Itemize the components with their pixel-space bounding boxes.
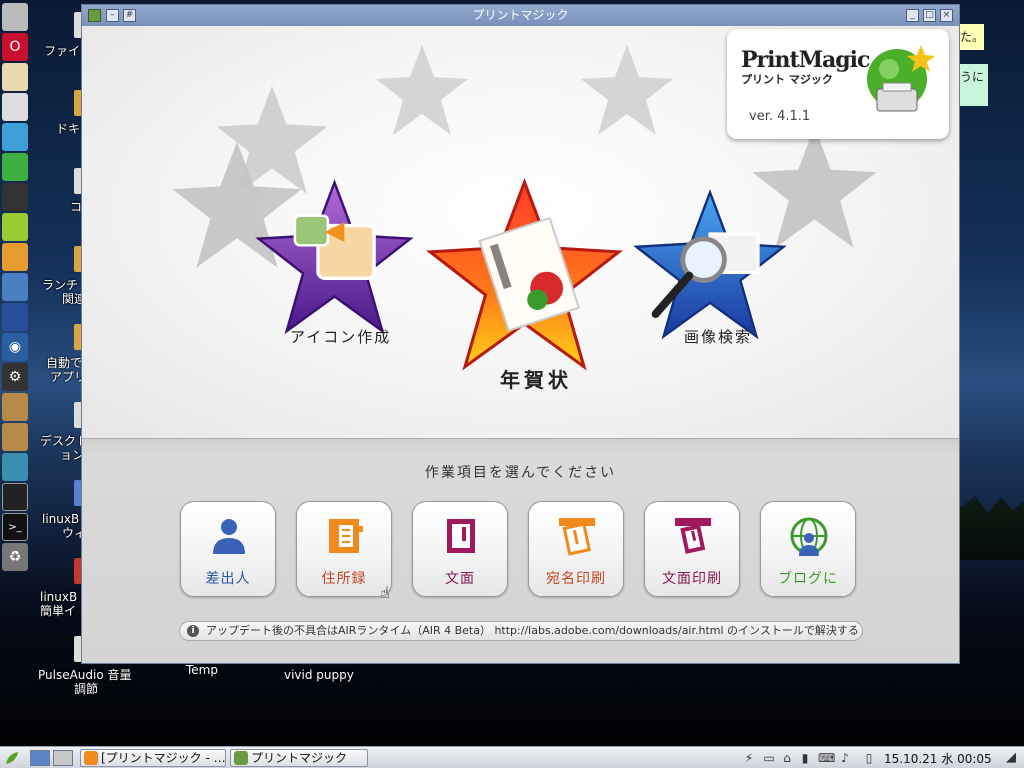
info-bar: i アップデート後の不具合はAIRランタイム（AIR 4 Beta） http:… bbox=[179, 621, 863, 641]
puppy-icon[interactable] bbox=[2, 213, 28, 241]
wizard-icon[interactable] bbox=[2, 303, 28, 331]
sender-button[interactable]: 差出人 bbox=[180, 501, 276, 597]
mouse-cursor-icon: ☝ bbox=[380, 583, 390, 602]
print-magic-window: – # プリントマジック _ □ × PrintMagic プリント マジック … bbox=[81, 4, 960, 664]
wifi-icon[interactable]: ◉ bbox=[2, 333, 28, 361]
media-icon[interactable] bbox=[2, 183, 28, 211]
info-text: アップデート後の不具合はAIRランタイム（AIR 4 Beta） http://… bbox=[206, 624, 859, 637]
network-tray-icon[interactable]: ⌂ bbox=[780, 751, 794, 765]
background-star-icon bbox=[581, 45, 673, 135]
address-print-icon bbox=[559, 518, 595, 556]
package-icon[interactable] bbox=[2, 393, 28, 421]
task-panel: 作業項目を選んでください 差出人 住所録 文面 宛名印刷 文面印刷 ブログに i… bbox=[82, 438, 959, 663]
sticky-note[interactable]: た。 bbox=[956, 24, 984, 50]
minimize-icon[interactable]: _ bbox=[906, 9, 919, 22]
new-year-card-label[interactable]: 年賀状 bbox=[500, 364, 572, 393]
message-print-button[interactable]: 文面印刷 bbox=[644, 501, 740, 597]
opera-icon[interactable]: O bbox=[2, 33, 28, 61]
background-star-icon bbox=[376, 45, 468, 135]
icon-create-star[interactable] bbox=[252, 176, 417, 341]
taskbar-task[interactable]: プリントマジック bbox=[230, 749, 368, 767]
volume-icon[interactable]: ♪ bbox=[838, 751, 852, 765]
address-book-label: 住所録 bbox=[321, 571, 367, 587]
taskbar: [プリントマジック - … プリントマジック ⚡ ▭ ⌂ ▮ ⌨ ♪ ▯ 15.… bbox=[0, 746, 1024, 768]
edge-arrow-icon[interactable]: ◢ bbox=[1004, 751, 1018, 765]
desktop-label[interactable]: PulseAudio 音量 bbox=[38, 668, 132, 683]
image-search-label[interactable]: 画像検索 bbox=[684, 326, 752, 347]
package-install-icon[interactable] bbox=[2, 423, 28, 451]
desktop-label[interactable]: ドキ bbox=[56, 122, 80, 137]
editor-icon[interactable] bbox=[2, 93, 28, 121]
message-label: 文面 bbox=[445, 571, 475, 587]
address-print-label: 宛名印刷 bbox=[546, 571, 606, 587]
trash-icon[interactable] bbox=[2, 3, 28, 31]
monitor-icon[interactable] bbox=[2, 483, 28, 511]
message-button[interactable]: 文面 bbox=[412, 501, 508, 597]
desktop-label[interactable]: vivid puppy bbox=[284, 668, 354, 683]
printmagic-icon bbox=[234, 751, 248, 765]
card-text-icon bbox=[447, 519, 475, 553]
gear-icon[interactable]: ⚙ bbox=[2, 363, 28, 391]
taskbar-task-label: プリントマジック bbox=[251, 751, 348, 765]
desktop-label[interactable]: Temp bbox=[186, 663, 218, 678]
sticky-note[interactable]: うに bbox=[956, 64, 988, 106]
person-icon bbox=[213, 519, 245, 554]
mail-icon[interactable] bbox=[2, 63, 28, 91]
desktop-label[interactable]: linuxB bbox=[40, 590, 77, 605]
message-print-icon bbox=[675, 518, 711, 554]
start-menu-icon[interactable] bbox=[4, 750, 20, 766]
taskbar-task[interactable]: [プリントマジック - … bbox=[80, 749, 226, 767]
close-icon[interactable]: × bbox=[940, 9, 953, 22]
new-year-card-star[interactable] bbox=[422, 174, 627, 379]
calendar-icon[interactable]: ▯ bbox=[862, 751, 876, 765]
logo-subtitle: プリント マジック bbox=[741, 73, 833, 86]
logo-box: PrintMagic プリント マジック ver. 4.1.1 bbox=[727, 29, 949, 139]
address-book-button[interactable]: 住所録 bbox=[296, 501, 392, 597]
terminal-icon[interactable]: >_ bbox=[2, 513, 28, 541]
address-book-icon bbox=[329, 519, 363, 553]
address-print-button[interactable]: 宛名印刷 bbox=[528, 501, 624, 597]
task-prompt: 作業項目を選んでください bbox=[424, 465, 617, 481]
cart-icon[interactable] bbox=[2, 453, 28, 481]
desktop-label[interactable]: 自動で bbox=[46, 356, 82, 371]
blog-button[interactable]: ブログに bbox=[760, 501, 856, 597]
globe-person-icon bbox=[790, 517, 828, 556]
blog-label: ブログに bbox=[778, 571, 838, 587]
power-icon[interactable]: ⚡ bbox=[742, 751, 756, 765]
recycle-icon[interactable]: ♻ bbox=[2, 543, 28, 571]
taskbar-task-label: [プリントマジック - … bbox=[101, 751, 226, 765]
image-icon[interactable] bbox=[2, 273, 28, 301]
maximize-icon[interactable]: □ bbox=[923, 9, 936, 22]
window-titlebar[interactable]: – # プリントマジック _ □ × bbox=[82, 5, 959, 26]
launcher-bar: O ◉ ⚙ >_ ♻ bbox=[0, 0, 30, 600]
firefox-icon bbox=[84, 751, 98, 765]
desktop-label[interactable]: 調節 bbox=[74, 682, 98, 697]
info-icon: i bbox=[187, 625, 199, 637]
icon-create-label[interactable]: アイコン作成 bbox=[290, 326, 391, 347]
battery-icon[interactable]: ▭ bbox=[762, 751, 776, 765]
desktop-label[interactable]: ランチ bbox=[42, 278, 78, 293]
network-icon[interactable] bbox=[2, 123, 28, 151]
desktop-1-button[interactable] bbox=[30, 750, 50, 766]
printer-mascot-icon bbox=[867, 45, 935, 112]
message-print-label: 文面印刷 bbox=[662, 571, 722, 587]
clock[interactable]: 15.10.21 水 00:05 bbox=[884, 750, 992, 767]
paint-icon[interactable] bbox=[2, 243, 28, 271]
logo-title: PrintMagic bbox=[741, 47, 870, 73]
hero-area: PrintMagic プリント マジック ver. 4.1.1 アイコン作成 年… bbox=[82, 26, 959, 438]
keyboard-icon[interactable]: ⌨ bbox=[818, 751, 835, 765]
signal-icon[interactable]: ▮ bbox=[798, 751, 812, 765]
version-label: ver. 4.1.1 bbox=[749, 109, 811, 124]
desktop-label[interactable]: linuxB bbox=[42, 512, 79, 527]
window-title: プリントマジック bbox=[472, 8, 569, 22]
desktop-2-button[interactable] bbox=[53, 750, 73, 766]
image-search-star[interactable] bbox=[630, 186, 790, 346]
desktop-label[interactable]: 簡単イ bbox=[40, 604, 76, 619]
sender-label: 差出人 bbox=[205, 571, 251, 587]
app-green-icon[interactable] bbox=[2, 153, 28, 181]
